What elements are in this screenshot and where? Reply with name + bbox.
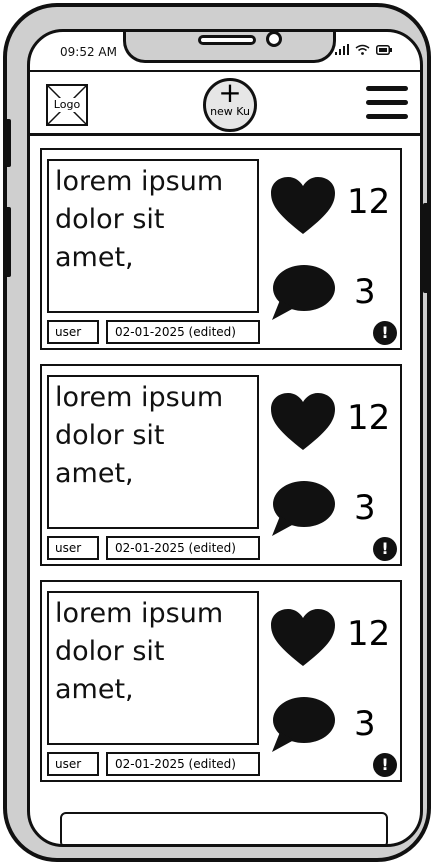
heart-icon[interactable] — [270, 176, 336, 236]
wifi-icon — [355, 44, 370, 55]
phone-power-button — [423, 203, 429, 293]
report-alert-icon[interactable]: ! — [373, 537, 397, 561]
phone-frame: 09:52 AM Logo + new Ku lorem ipsum dolor… — [3, 3, 431, 862]
comment-bubble-icon[interactable] — [270, 696, 336, 754]
report-alert-icon[interactable]: ! — [373, 321, 397, 345]
plus-icon: + — [218, 76, 242, 109]
logo-label: Logo — [48, 98, 86, 112]
comment-count: 3 — [354, 488, 376, 528]
battery-icon — [376, 44, 392, 55]
phone-volume-button — [5, 207, 11, 277]
bottom-input[interactable] — [60, 812, 388, 844]
heart-icon[interactable] — [270, 608, 336, 668]
post-date: 02-01-2025 (edited) — [106, 536, 260, 560]
phone-side-button — [5, 119, 11, 167]
post-user[interactable]: user — [47, 320, 99, 344]
post-card: lorem ipsum dolor sit amet, user 02-01-2… — [40, 580, 402, 782]
status-icons — [335, 44, 392, 55]
app-header: Logo + new Ku — [30, 70, 420, 136]
post-date: 02-01-2025 (edited) — [106, 320, 260, 344]
post-text: lorem ipsum dolor sit amet, — [47, 375, 259, 529]
post-text: lorem ipsum dolor sit amet, — [47, 591, 259, 745]
comment-bubble-icon[interactable] — [270, 264, 336, 322]
post-user[interactable]: user — [47, 536, 99, 560]
post-user[interactable]: user — [47, 752, 99, 776]
post-card: lorem ipsum dolor sit amet, user 02-01-2… — [40, 148, 402, 350]
signal-icon — [335, 44, 349, 55]
post-text: lorem ipsum dolor sit amet, — [47, 159, 259, 313]
like-count: 12 — [347, 398, 391, 438]
phone-screen: 09:52 AM Logo + new Ku lorem ipsum dolor… — [27, 29, 423, 847]
report-alert-icon[interactable]: ! — [373, 753, 397, 777]
comment-count: 3 — [354, 272, 376, 312]
post-card: lorem ipsum dolor sit amet, user 02-01-2… — [40, 364, 402, 566]
hamburger-menu-icon[interactable] — [366, 86, 408, 124]
comment-bubble-icon[interactable] — [270, 480, 336, 538]
new-ku-label: new Ku — [210, 105, 250, 118]
status-time: 09:52 AM — [60, 45, 117, 59]
phone-notch — [123, 32, 336, 63]
post-date: 02-01-2025 (edited) — [106, 752, 260, 776]
like-count: 12 — [347, 182, 391, 222]
new-ku-button[interactable]: + new Ku — [203, 78, 257, 132]
logo[interactable]: Logo — [46, 84, 88, 126]
like-count: 12 — [347, 614, 391, 654]
heart-icon[interactable] — [270, 392, 336, 452]
speaker-icon — [198, 35, 256, 45]
camera-icon — [266, 32, 282, 47]
comment-count: 3 — [354, 704, 376, 744]
